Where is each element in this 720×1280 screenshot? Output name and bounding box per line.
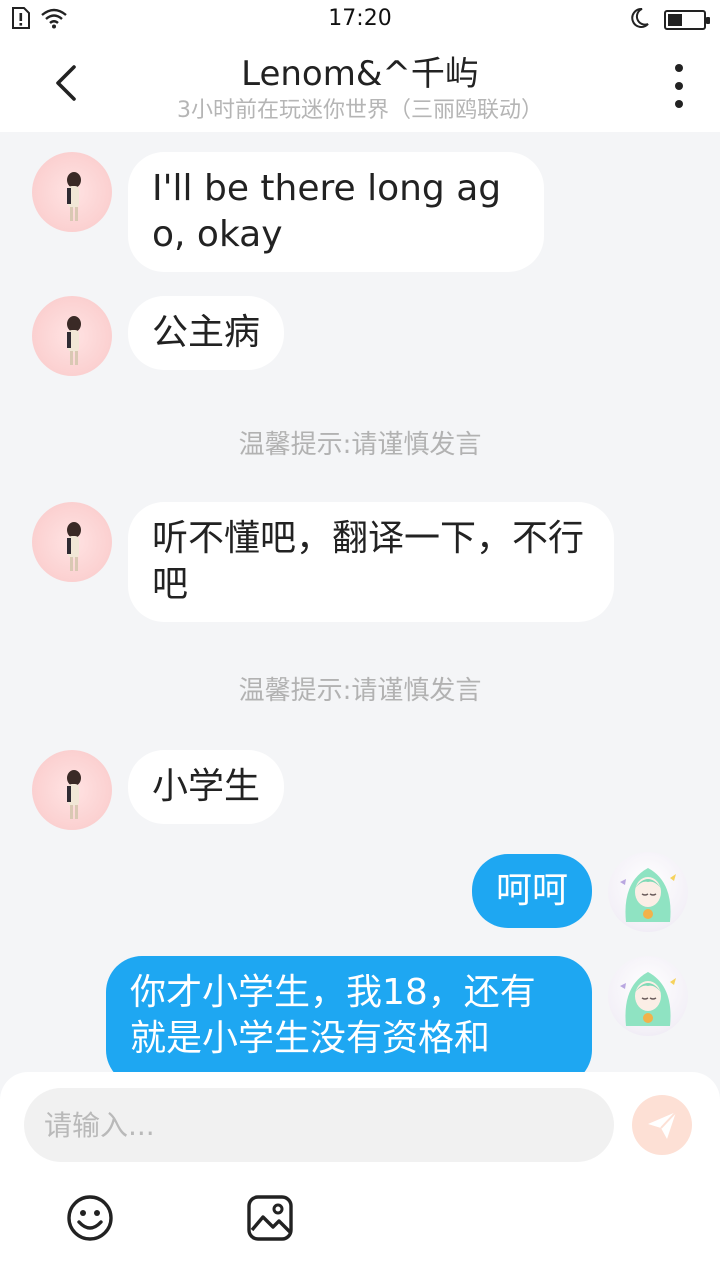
status-right-icons [630,7,710,33]
contact-avatar[interactable] [32,750,112,830]
contact-avatar-image [67,172,81,221]
contact-avatar-image [67,770,81,819]
contact-name: Lenom&^千屿 [241,54,479,94]
status-bar: 17:20 [0,0,720,38]
message-bubble-incoming[interactable]: 听不懂吧，翻译一下，不行吧 [128,502,614,622]
message-bubble-incoming[interactable]: 小学生 [128,750,285,824]
message-composer [0,1072,720,1280]
image-button[interactable] [246,1194,294,1242]
my-avatar-image [620,868,676,922]
more-dot [675,82,683,90]
contact-avatar[interactable] [32,152,112,232]
send-icon [648,1111,677,1139]
message-bubble-incoming[interactable]: I'll be there long ago, okay [128,152,544,272]
smiley-icon [67,1195,113,1241]
message-bubble-outgoing[interactable]: 你才小学生，我18，还有就是小学生没有资格和 [106,956,592,1072]
image-icon [247,1195,293,1241]
message-bubble-incoming[interactable]: 公主病 [128,296,285,370]
contact-avatar-image [67,522,81,571]
system-tip: 温馨提示:请谨慎发言 [238,430,482,460]
emoji-button[interactable] [66,1194,114,1242]
my-avatar[interactable] [608,852,688,932]
message-input[interactable] [24,1088,614,1162]
status-time: 17:20 [328,6,392,31]
contact-avatar[interactable] [32,502,112,582]
message-bubble-outgoing[interactable]: 呵呵 [471,854,592,928]
contact-status: 3小时前在玩迷你世界（三丽鸥联动） [177,98,543,123]
my-avatar-image [620,972,676,1026]
moon-icon [630,7,650,33]
message-list[interactable]: I'll be there long ago, okay 公主病 温馨提示:请谨… [0,132,720,1072]
contact-avatar[interactable] [32,296,112,376]
chat-header: Lenom&^千屿 3小时前在玩迷你世界（三丽鸥联动） [0,38,720,132]
battery-icon [664,10,710,30]
send-button[interactable] [632,1095,692,1155]
battery-level [668,14,682,26]
my-avatar[interactable] [608,956,688,1036]
more-dot [675,64,683,72]
more-menu-button[interactable] [664,64,694,108]
contact-avatar-image [67,316,81,365]
more-dot [675,100,683,108]
system-tip: 温馨提示:请谨慎发言 [238,676,482,706]
